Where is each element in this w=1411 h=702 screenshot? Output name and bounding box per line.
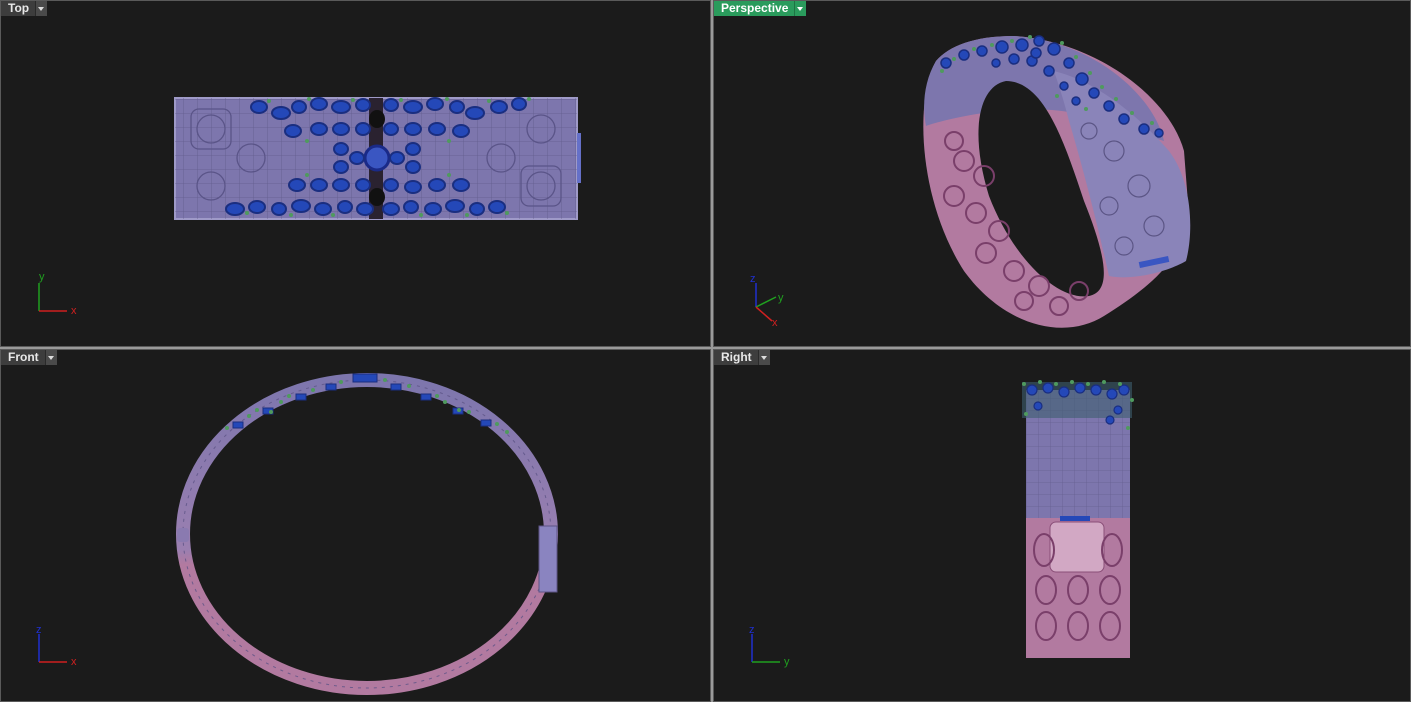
viewport-title: Right: [714, 350, 758, 365]
chevron-down-icon[interactable]: [35, 1, 48, 16]
viewport-title: Perspective: [714, 1, 795, 16]
viewport-tab-top[interactable]: Top: [1, 1, 48, 16]
viewport-perspective[interactable]: Perspective z y x: [713, 0, 1411, 347]
axis-indicator: z y x: [750, 273, 784, 329]
bangle-front-view: [176, 373, 558, 695]
chevron-down-icon[interactable]: [794, 1, 807, 16]
viewport-top[interactable]: Top y x: [0, 0, 711, 347]
bangle-right-view: [1022, 380, 1134, 658]
chevron-down-icon[interactable]: [44, 350, 57, 365]
axis-indicator: z x: [36, 624, 77, 668]
axis-x-label: x: [71, 656, 77, 668]
bangle-perspective-view: [923, 35, 1191, 328]
viewport-tab-front[interactable]: Front: [1, 350, 57, 365]
axis-indicator: z y: [749, 624, 790, 668]
bangle-top-view: [174, 97, 581, 220]
axis-z-label: z: [750, 273, 756, 285]
viewport-tab-perspective[interactable]: Perspective: [714, 1, 807, 16]
axis-y-label: y: [39, 271, 45, 283]
viewport-title: Front: [1, 350, 45, 365]
axis-z-label: z: [749, 624, 755, 636]
axis-x-label: x: [71, 305, 77, 317]
viewport-tab-right[interactable]: Right: [714, 350, 770, 365]
axis-y-label: y: [784, 656, 790, 668]
viewport-front[interactable]: Front z x: [0, 349, 711, 702]
axis-indicator: y x: [38, 271, 77, 317]
viewport-right[interactable]: Right z y: [713, 349, 1411, 702]
axis-z-label: z: [36, 624, 42, 636]
axis-x-label: x: [772, 317, 778, 329]
chevron-down-icon[interactable]: [757, 350, 770, 365]
axis-y-label: y: [778, 292, 784, 304]
viewport-title: Top: [1, 1, 36, 16]
